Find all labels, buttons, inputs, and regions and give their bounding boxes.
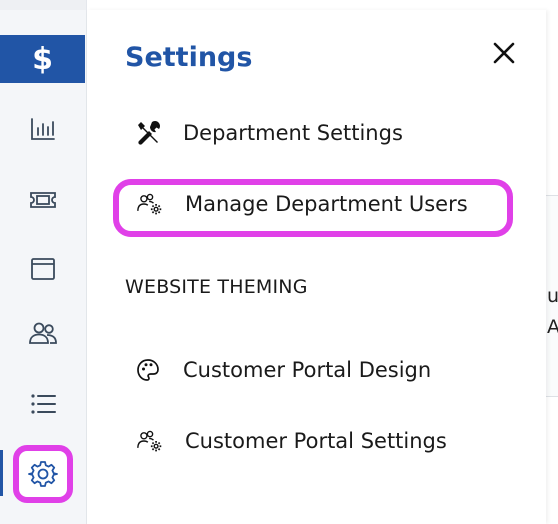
menu-item-manage-department-users[interactable]: Manage Department Users bbox=[137, 191, 468, 217]
tools-icon bbox=[135, 120, 165, 146]
list-icon bbox=[31, 394, 56, 414]
background-text-fragment: u bbox=[547, 285, 558, 307]
section-heading: WEBSITE THEMING bbox=[125, 276, 308, 298]
ticket-icon bbox=[30, 192, 56, 208]
bar-chart-icon bbox=[31, 118, 55, 140]
menu-item-customer-portal-settings[interactable]: Customer Portal Settings bbox=[137, 428, 447, 454]
rail-item-reports[interactable] bbox=[0, 109, 86, 149]
menu-item-label: Customer Portal Settings bbox=[185, 429, 447, 453]
rail-top-strip bbox=[0, 0, 86, 10]
rail-item-users[interactable] bbox=[0, 313, 86, 353]
close-icon bbox=[493, 42, 515, 64]
users-gear-icon bbox=[137, 191, 167, 217]
gear-icon bbox=[28, 461, 58, 487]
rail-item-list[interactable] bbox=[0, 384, 86, 424]
panel-title: Settings bbox=[125, 42, 253, 73]
menu-item-customer-portal-design[interactable]: Customer Portal Design bbox=[135, 357, 431, 383]
users-icon bbox=[29, 322, 57, 344]
menu-item-label: Customer Portal Design bbox=[183, 358, 432, 382]
browser-window-icon bbox=[31, 258, 55, 280]
left-nav-rail: $ bbox=[0, 0, 87, 524]
background-text-fragment: A bbox=[547, 316, 558, 338]
menu-item-label: Department Settings bbox=[183, 121, 403, 145]
rail-item-tickets[interactable] bbox=[0, 180, 86, 220]
settings-panel: Settings Department Settings Manage Depa… bbox=[87, 10, 546, 524]
dollar-icon: $ bbox=[32, 41, 53, 77]
brand-tile[interactable]: $ bbox=[0, 35, 85, 83]
palette-icon bbox=[135, 357, 165, 383]
menu-item-label: Manage Department Users bbox=[185, 192, 468, 216]
rail-item-settings[interactable] bbox=[13, 445, 73, 503]
menu-item-department-settings[interactable]: Department Settings bbox=[135, 120, 403, 146]
close-button[interactable] bbox=[489, 38, 519, 68]
rail-active-indicator bbox=[0, 450, 3, 496]
rail-item-pages[interactable] bbox=[0, 249, 86, 289]
users-gear-icon bbox=[137, 428, 167, 454]
